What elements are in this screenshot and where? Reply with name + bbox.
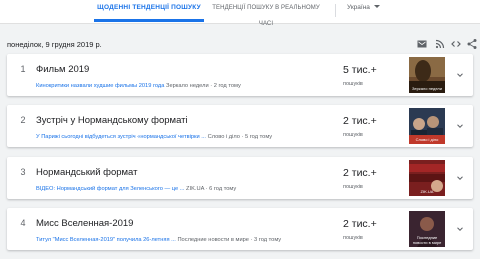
header-divider — [335, 4, 336, 17]
trend-card[interactable]: 2 Зустріч у Нормандському форматі У Пари… — [7, 105, 473, 147]
embed-icon[interactable] — [450, 38, 462, 50]
trend-article: Титул "Мисс Вселенная-2019" получила 26-… — [36, 236, 306, 244]
expand-chevron-icon[interactable] — [455, 173, 465, 183]
top-navigation-bar: ЩОДЕННІ ТЕНДЕНЦІЇ ПОШУКУ ТЕНДЕНЦІЇ ПОШУК… — [0, 0, 480, 27]
thumbnail-caption: ZIK.UA — [420, 188, 434, 194]
trend-card[interactable]: 1 Фильм 2019 Кинокритики назвали худшие … — [7, 54, 473, 96]
search-count-label: пошуків — [343, 132, 363, 138]
tab-realtime-trends[interactable]: ТЕНДЕНЦІЇ ПОШУКУ В РЕАЛЬНОМУ ЧАСІ — [207, 0, 325, 27]
trend-rank: 4 — [20, 218, 26, 228]
trend-rank: 2 — [20, 115, 26, 125]
search-count-label: пошуків — [343, 81, 363, 87]
trend-article: ВІДЕО: Нормандський формат для Зеленсько… — [36, 185, 306, 193]
search-count-label: пошуків — [343, 235, 363, 241]
search-count: 5 тис.+ — [343, 64, 377, 76]
article-source: ZIK.UA · 6 год тому — [186, 186, 237, 192]
trend-thumbnail[interactable]: Слово і діло — [409, 108, 445, 144]
trend-rank: 3 — [20, 167, 26, 177]
share-icon[interactable] — [466, 38, 478, 50]
thumbnail-caption: Слово і діло — [415, 136, 439, 142]
trend-title[interactable]: Зустріч у Нормандському форматі — [36, 115, 188, 126]
article-link[interactable]: Кинокритики назвали худшие фильмы 2019 г… — [36, 83, 164, 89]
active-tab-indicator — [94, 19, 204, 22]
dropdown-caret-icon[interactable] — [374, 5, 380, 8]
trend-card[interactable]: 3 Нормандський формат ВІДЕО: Нормандськи… — [7, 157, 473, 199]
trend-thumbnail[interactable]: ZIK.UA — [409, 160, 445, 196]
trend-thumbnail[interactable]: Зеркало недели — [409, 57, 445, 93]
trend-title[interactable]: Нормандський формат — [36, 167, 137, 178]
thumbnail-caption: Зеркало недели — [412, 85, 442, 91]
search-count: 2 тис.+ — [343, 167, 377, 179]
expand-chevron-icon[interactable] — [455, 224, 465, 234]
trend-title[interactable]: Мисс Вселенная-2019 — [36, 218, 133, 229]
search-count: 2 тис.+ — [343, 218, 377, 230]
trend-rank: 1 — [20, 64, 26, 74]
expand-chevron-icon[interactable] — [455, 70, 465, 80]
trend-article: У Парижі сьогодні відбудеться зустріч «н… — [36, 133, 306, 141]
trend-title[interactable]: Фильм 2019 — [36, 64, 89, 75]
search-count: 2 тис.+ — [343, 115, 377, 127]
expand-chevron-icon[interactable] — [455, 121, 465, 131]
article-link[interactable]: У Парижі сьогодні відбудеться зустріч «н… — [36, 134, 206, 140]
trend-thumbnail[interactable]: Последние новости в мире — [409, 211, 445, 247]
article-link[interactable]: ВІДЕО: Нормандський формат для Зеленсько… — [36, 186, 184, 192]
search-count-label: пошуків — [343, 184, 363, 190]
article-source: Зеркало недели · 2 год тому — [166, 83, 241, 89]
rss-icon[interactable] — [434, 38, 446, 50]
thumbnail-caption: Последние новости в мире — [412, 235, 442, 245]
date-label: понеділок, 9 грудня 2019 р. — [7, 40, 102, 49]
country-selector[interactable]: Україна — [347, 4, 370, 12]
email-icon[interactable] — [416, 38, 428, 50]
article-link[interactable]: Титул "Мисс Вселенная-2019" получила 26-… — [36, 237, 176, 243]
article-source: Последние новости в мире · 3 год тому — [177, 237, 282, 243]
trend-card[interactable]: 4 Мисс Вселенная-2019 Титул "Мисс Вселен… — [7, 208, 473, 250]
article-source: Слово і діло · 5 год тому — [207, 134, 273, 140]
trend-article: Кинокритики назвали худшие фильмы 2019 г… — [36, 82, 306, 90]
